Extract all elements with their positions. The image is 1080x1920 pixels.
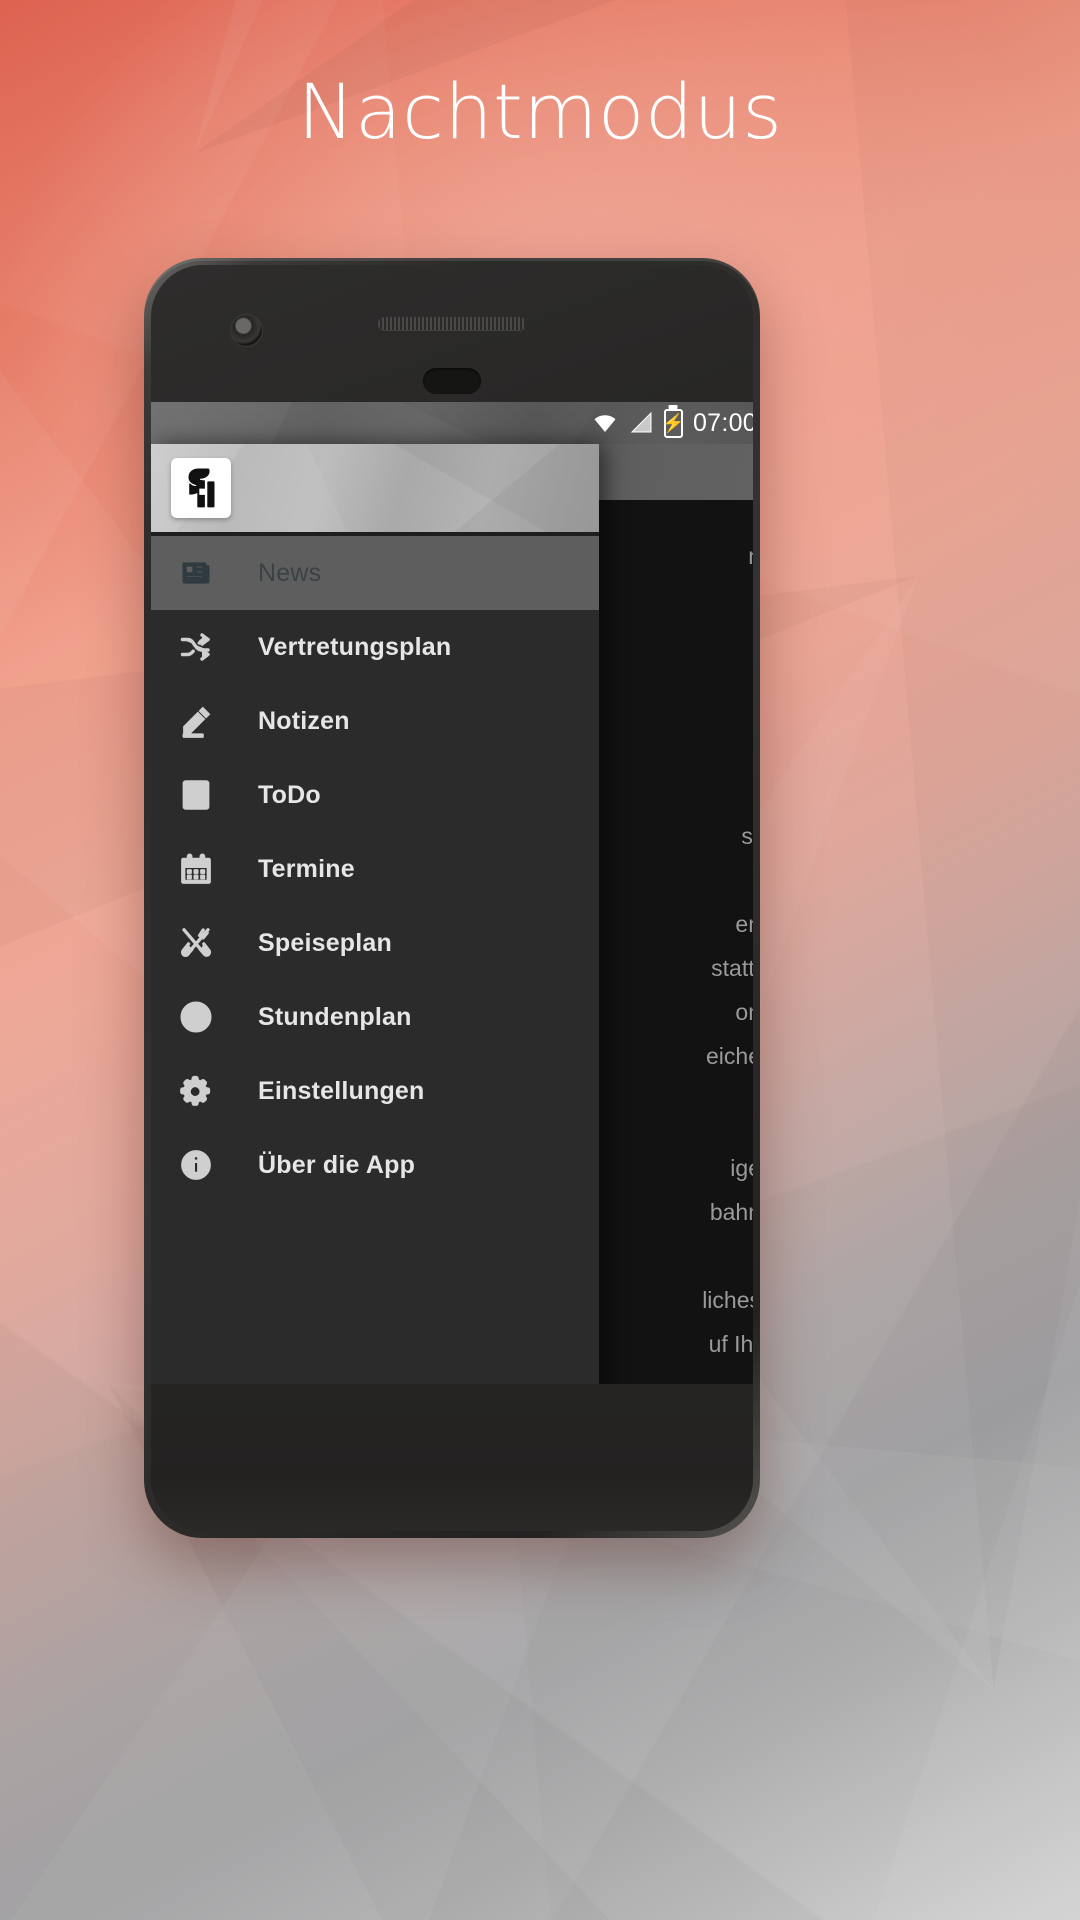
sidebar-item-label: Speiseplan — [258, 928, 392, 957]
battery-bolt-glyph: ⚡ — [662, 413, 685, 433]
pencil-icon — [173, 698, 219, 744]
sidebar-item-vertretungsplan[interactable]: Vertretungsplan — [151, 610, 599, 684]
clock-icon — [173, 994, 219, 1040]
status-bar: ⚡ 07:00 — [151, 402, 753, 444]
sidebar-item-label: Termine — [258, 854, 355, 883]
sidebar-item-label: Vertretungsplan — [258, 632, 452, 661]
sidebar-item-label: Notizen — [258, 706, 350, 735]
sidebar-item-stundenplan[interactable]: Stundenplan — [151, 980, 599, 1054]
app-logo-glyph — [188, 468, 215, 508]
poster-canvas: Nachtmodus ⚡ 07:00 s e statt o eich ig b… — [0, 0, 1080, 1920]
front-camera-icon — [231, 315, 262, 346]
status-bar-clock: 07:00 — [692, 408, 753, 437]
sidebar-item-label: Stundenplan — [258, 1002, 412, 1031]
sidebar-item-todo[interactable]: ToDo — [151, 758, 599, 832]
info-icon — [173, 1142, 219, 1188]
drawer-header — [151, 444, 599, 532]
sidebar-item-label: ToDo — [258, 780, 321, 809]
sidebar-item-termine[interactable]: Termine — [151, 832, 599, 906]
phone-screen: ⚡ 07:00 n s" en statt. on eiche ige bahn… — [151, 402, 753, 1398]
phone-bottom-bezel — [151, 1384, 753, 1531]
checklist-icon — [173, 772, 219, 818]
calendar-icon — [173, 846, 219, 892]
shuffle-icon — [173, 624, 219, 670]
sidebar-item-speiseplan[interactable]: Speiseplan — [151, 906, 599, 980]
sidebar-item-label: Über die App — [258, 1150, 416, 1179]
sidebar-item-news[interactable]: News — [151, 536, 599, 610]
gear-icon — [173, 1068, 219, 1114]
wifi-icon — [590, 411, 620, 435]
sidebar-item-label: News — [258, 558, 322, 587]
sidebar-item-einstellungen[interactable]: Einstellungen — [151, 1054, 599, 1128]
newspaper-icon — [173, 550, 219, 596]
phone-body: ⚡ 07:00 n s" en statt. on eiche ige bahn… — [151, 265, 753, 1531]
earpiece-speaker-icon — [378, 317, 526, 330]
cell-signal-icon — [630, 411, 654, 435]
battery-charging-icon: ⚡ — [662, 408, 685, 438]
sidebar-item-label: Einstellungen — [258, 1076, 425, 1105]
sidebar-item-ueber-die-app[interactable]: Über die App — [151, 1128, 599, 1202]
proximity-sensor-icon — [423, 368, 481, 394]
page-title: Nachtmodus — [297, 67, 783, 156]
phone-mockup: ⚡ 07:00 n s" en statt. on eiche ige bahn… — [144, 258, 760, 1538]
sidebar-item-notizen[interactable]: Notizen — [151, 684, 599, 758]
navigation-drawer[interactable]: News Vertretungsplan Notizen ToDo Termin… — [151, 444, 599, 1398]
app-logo-icon — [171, 458, 231, 518]
cutlery-icon — [173, 920, 219, 966]
